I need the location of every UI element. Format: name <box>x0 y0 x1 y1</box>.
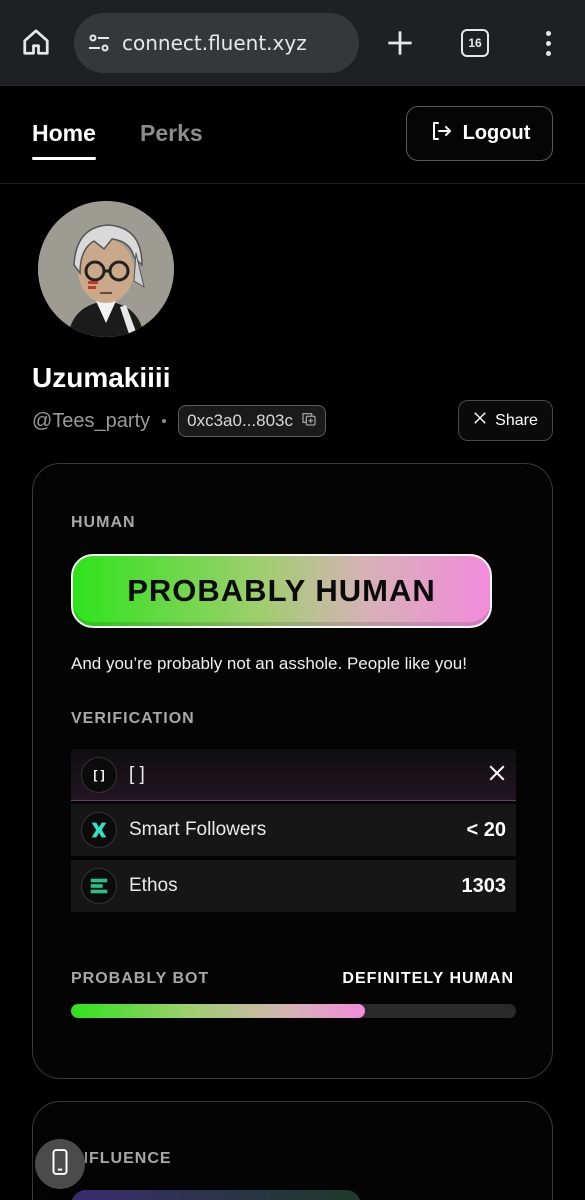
home-icon[interactable] <box>16 22 56 62</box>
meter-right-label: DEFINITELY HUMAN <box>342 970 514 987</box>
verification-name: Ethos <box>129 875 178 896</box>
influence-section-label: INFLUENCE <box>71 1150 172 1167</box>
human-tagline: And you’re probably not an asshole. Peop… <box>71 654 467 673</box>
phone-icon <box>49 1148 71 1180</box>
bracket-icon: [ ] <box>81 756 117 793</box>
verification-value: 1303 <box>461 874 507 897</box>
site-settings-icon[interactable] <box>86 30 112 56</box>
ethos-icon <box>81 868 117 904</box>
share-label: Share <box>495 411 538 429</box>
url-text: connect.fluent.xyz <box>122 31 307 55</box>
verification-row-ethos[interactable]: Ethos 1303 <box>71 860 516 912</box>
share-button[interactable]: Share <box>458 400 553 441</box>
address-bar[interactable]: connect.fluent.xyz <box>74 13 359 73</box>
close-icon[interactable] <box>488 761 506 789</box>
separator-dot <box>162 419 167 423</box>
meter-left-label: PROBABLY BOT <box>71 970 210 987</box>
humanity-meter <box>71 1004 516 1018</box>
browser-toolbar: connect.fluent.xyz 16 <box>0 0 585 86</box>
verification-name: [ ] <box>129 763 145 785</box>
avatar <box>38 201 174 337</box>
new-tab-icon[interactable] <box>380 23 420 63</box>
human-status-badge: PROBABLY HUMAN <box>71 554 492 628</box>
profile-meta: @Tees_party 0xc3a0...803c <box>32 404 326 438</box>
human-section-label: HUMAN <box>71 514 136 531</box>
tab-home[interactable]: Home <box>32 120 96 160</box>
user-handle[interactable]: @Tees_party <box>32 410 150 433</box>
more-menu-icon[interactable] <box>535 23 561 63</box>
tab-switcher-button[interactable]: 16 <box>461 29 489 57</box>
human-status-text: PROBABLY HUMAN <box>127 573 436 608</box>
logout-icon <box>429 119 453 149</box>
verification-value: < 20 <box>466 818 506 841</box>
verification-name: Smart Followers <box>129 819 267 840</box>
influence-badge <box>71 1190 361 1200</box>
humanity-meter-fill <box>71 1004 365 1018</box>
influence-card: INFLUENCE <box>32 1101 553 1200</box>
mobile-view-button[interactable] <box>35 1139 85 1189</box>
wallet-address[interactable]: 0xc3a0...803c <box>178 405 326 437</box>
username: Uzumakiiii <box>32 362 171 393</box>
verification-row-bracket[interactable]: [ ] [ ] <box>71 749 516 801</box>
logout-label: Logout <box>462 122 531 144</box>
wallet-address-text: 0xc3a0...803c <box>187 411 293 430</box>
app-nav: Home Perks Logout <box>0 86 585 184</box>
smart-followers-icon <box>81 812 117 848</box>
tab-perks[interactable]: Perks <box>140 120 203 147</box>
human-card: HUMAN PROBABLY HUMAN And you’re probably… <box>32 463 553 1079</box>
verification-section-label: VERIFICATION <box>71 710 195 727</box>
verification-row-smart-followers[interactable]: Smart Followers < 20 <box>71 804 516 856</box>
logout-button[interactable]: Logout <box>406 106 553 161</box>
copy-icon[interactable] <box>301 411 317 432</box>
x-logo-icon <box>473 411 487 430</box>
